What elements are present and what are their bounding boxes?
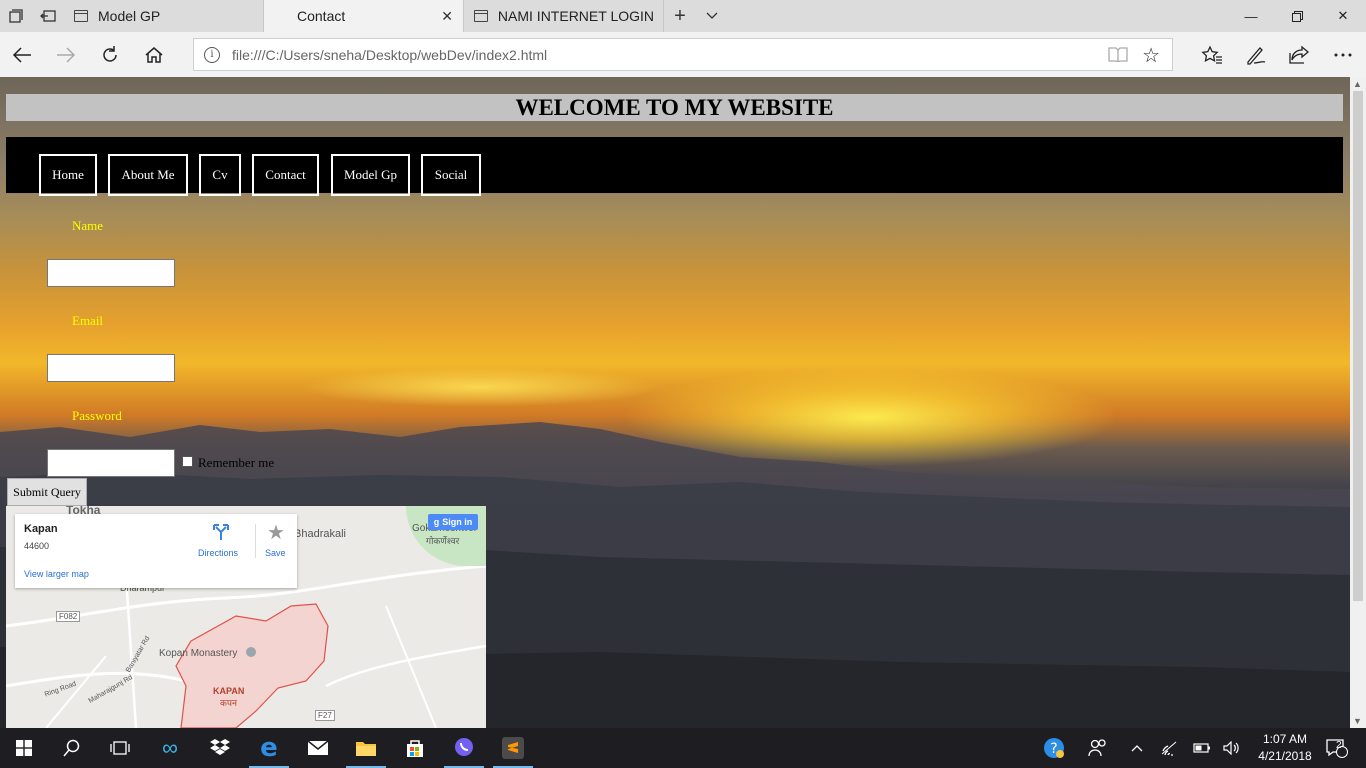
directions-button[interactable]: Directions [198,548,238,558]
store-icon[interactable] [391,728,439,768]
action-center-icon[interactable]: 2 [1322,728,1352,768]
favorites-list-icon[interactable] [1196,39,1228,71]
map-label-bhadrakali: Bhadrakali [294,528,346,540]
minimize-icon[interactable]: — [1228,0,1274,32]
tab-contact[interactable]: Contact ✕ [264,0,464,32]
view-larger-map-link[interactable]: View larger map [24,569,89,579]
nav-model-gp[interactable]: Model Gp [331,154,410,196]
nav-cv[interactable]: Cv [199,154,241,196]
google-plus-icon: g [433,517,440,527]
embedded-google-map[interactable]: Tokha Gokarneshwor गोकर्णेश्वर Bhadrakal… [6,506,486,728]
chevron-up-icon[interactable] [1124,728,1150,768]
map-place-title: Kapan [24,523,58,535]
nav-about-me[interactable]: About Me [108,154,188,196]
restore-window-icon[interactable] [1274,0,1320,32]
home-icon[interactable] [138,39,170,71]
viber-icon[interactable] [440,728,488,768]
sublime-text-icon[interactable] [489,728,537,768]
tab-model-gp[interactable]: Model GP [64,0,264,32]
favorite-star-icon[interactable]: ☆ [1142,43,1160,68]
file-explorer-icon[interactable] [342,728,390,768]
close-tab-icon[interactable]: ✕ [441,8,453,25]
battery-icon[interactable] [1190,728,1214,768]
submit-query-button[interactable]: Submit Query [7,478,87,506]
arduino-icon[interactable]: ∞ [146,728,194,768]
more-options-icon[interactable] [1327,39,1359,71]
info-icon[interactable]: i [204,46,220,63]
reading-view-icon[interactable] [1108,46,1128,67]
scroll-up-arrow-icon[interactable]: ▲ [1353,79,1362,89]
forward-arrow-icon[interactable] [50,39,82,71]
map-postal-code: 44600 [24,541,50,551]
help-icon[interactable]: ? [1040,728,1068,768]
map-sign-in-label: Sign in [442,517,473,527]
password-label: Password [72,408,122,423]
map-sign-in-button[interactable]: g Sign in [428,514,478,530]
windows-start-icon[interactable] [0,728,48,768]
main-nav-menu: Home About Me Cv Contact Model Gp Social [6,137,1343,196]
map-place-card: Kapan 44600 View larger map Directions ★… [15,514,297,588]
scrollbar-thumb[interactable] [1353,91,1363,601]
name-label: Name [72,218,104,233]
close-window-icon[interactable]: ✕ [1320,0,1366,32]
address-bar[interactable]: i file:///C:/Users/sneha/Desktop/webDev/… [193,38,1173,71]
scroll-down-arrow-icon[interactable]: ▼ [1353,716,1362,726]
share-icon[interactable] [1283,39,1315,71]
card-divider [255,524,256,558]
windows-taskbar: ∞ e ? 1:07 AM 4/21/2018 2 [0,728,1366,768]
map-label-kapan-np: कपन [220,698,238,708]
clock-time: 1:07 AM [1262,732,1308,746]
background-cloud [300,367,660,407]
chevron-down-icon[interactable] [696,0,728,32]
name-input[interactable] [47,259,175,287]
page-icon [74,10,88,22]
password-input[interactable] [47,449,175,477]
map-label-gokarneshwor-np: गोकर्णेश्वर [426,536,460,546]
url-text: file:///C:/Users/sneha/Desktop/webDev/in… [232,46,548,63]
tab-nami-internet-login[interactable]: NAMI INTERNET LOGIN [464,0,664,32]
notification-count: 2 [1336,740,1342,751]
nav-social[interactable]: Social [421,154,481,196]
tab-set-aside-icon[interactable] [0,0,32,32]
search-icon[interactable] [48,728,96,768]
mail-icon[interactable] [294,728,342,768]
people-icon[interactable] [1084,728,1112,768]
volume-icon[interactable] [1220,728,1244,768]
remember-me-label: Remember me [198,455,275,470]
new-tab-icon[interactable]: + [664,0,696,32]
wifi-icon[interactable] [1158,728,1182,768]
taskbar-clock[interactable]: 1:07 AM 4/21/2018 [1248,731,1322,765]
save-star-icon[interactable]: ★ [267,520,285,545]
page-title: WELCOME TO MY WEBSITE [6,94,1343,121]
refresh-icon[interactable] [94,39,126,71]
map-label-road-f082: F082 [56,611,81,622]
map-label-kapan: KAPAN [213,686,245,696]
nav-contact[interactable]: Contact [252,154,319,196]
email-label: Email [72,313,104,328]
page-scrollbar[interactable]: ▲ ▼ [1350,77,1366,728]
browser-tab-bar: Model GP Contact ✕ NAMI INTERNET LOGIN +… [0,0,1366,32]
tab-restore-icon[interactable] [32,0,64,32]
edge-browser-icon[interactable]: e [245,728,293,768]
email-input[interactable] [47,354,175,382]
remember-me-checkbox[interactable] [182,456,193,467]
back-arrow-icon[interactable] [6,39,38,71]
map-label-road-f27: F27 [315,710,335,721]
map-label-kopan-monastery: Kopan Monastery [159,648,238,659]
web-page: WELCOME TO MY WEBSITE Home About Me Cv C… [0,77,1350,728]
page-icon [474,10,488,22]
clock-date: 4/21/2018 [1258,749,1312,763]
pen-notes-icon[interactable] [1240,39,1272,71]
browser-toolbar: i file:///C:/Users/sneha/Desktop/webDev/… [0,32,1366,77]
nav-home[interactable]: Home [39,154,97,196]
dropbox-icon[interactable] [196,728,244,768]
directions-icon[interactable] [213,524,229,545]
save-button[interactable]: Save [265,548,286,558]
task-view-icon[interactable] [96,728,144,768]
